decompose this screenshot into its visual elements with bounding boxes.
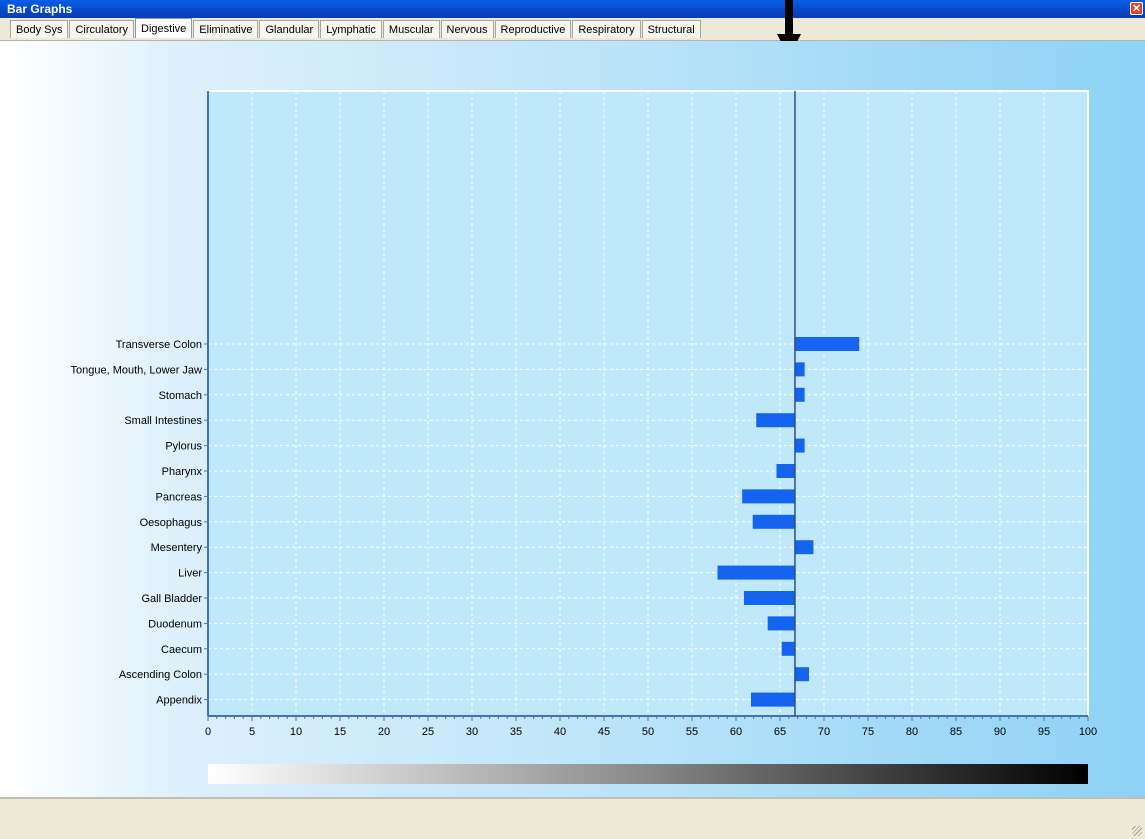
- x-tick-label: 70: [818, 726, 830, 738]
- tab-nervous[interactable]: Nervous: [440, 20, 494, 38]
- tab-reproductive[interactable]: Reproductive: [494, 20, 572, 38]
- tab-body-sys[interactable]: Body Sys: [10, 20, 69, 38]
- x-tick-label: 10: [290, 726, 302, 738]
- x-tick-label: 55: [686, 726, 698, 738]
- bar: [742, 489, 795, 504]
- bar: [794, 540, 814, 555]
- x-tick-label: 30: [466, 726, 478, 738]
- resize-grip-icon[interactable]: [1132, 826, 1142, 836]
- bar: [794, 667, 810, 682]
- bar: [776, 464, 795, 478]
- x-tick-label: 45: [598, 726, 610, 738]
- y-labels: Transverse Colon Tongue, Mouth, Lower Jaw…: [71, 339, 203, 707]
- y-tick-label: Oesophagus: [140, 517, 203, 529]
- bar: [794, 337, 860, 351]
- tab-glandular[interactable]: Glandular: [259, 20, 320, 38]
- tab-eliminative[interactable]: Eliminative: [193, 20, 259, 38]
- x-tick-label: 85: [950, 726, 962, 738]
- y-tick-label: Tongue, Mouth, Lower Jaw: [71, 364, 203, 376]
- y-tick-label: Caecum: [161, 644, 202, 656]
- y-tick-label: Appendix: [156, 695, 202, 707]
- bar: [752, 514, 795, 529]
- bar-chart: Transverse Colon Tongue, Mouth, Lower Jaw…: [71, 90, 1097, 784]
- x-tick-label: 15: [334, 726, 346, 738]
- x-tick-label: 20: [378, 726, 390, 738]
- tab-digestive[interactable]: Digestive: [135, 18, 193, 38]
- x-tick-label: 90: [994, 726, 1006, 738]
- gradient-scale-bar: [208, 764, 1088, 784]
- bar: [781, 641, 795, 656]
- window-title: Bar Graphs: [7, 2, 73, 16]
- bar: [750, 692, 795, 707]
- x-tick-label: 100: [1079, 726, 1097, 738]
- tab-lymphatic[interactable]: Lymphatic: [320, 20, 382, 38]
- tab-strip: Body Sys Circulatory Digestive Eliminative G…: [0, 18, 1145, 41]
- close-icon[interactable]: ✕: [1130, 2, 1143, 15]
- y-tick-label: Stomach: [159, 390, 202, 402]
- bar: [756, 413, 795, 428]
- x-tick-label: 40: [554, 726, 566, 738]
- x-tick-label: 65: [774, 726, 786, 738]
- tab-list: Body Sys Circulatory Digestive Eliminative G…: [10, 18, 702, 38]
- x-tick-label: 50: [642, 726, 654, 738]
- tab-muscular[interactable]: Muscular: [382, 20, 440, 38]
- x-tick-label: 95: [1038, 726, 1050, 738]
- y-tick-label: Liver: [178, 568, 202, 580]
- bar: [794, 387, 805, 402]
- bar: [794, 438, 805, 453]
- x-tick-label: 25: [422, 726, 434, 738]
- x-labels: 0 5 10 15 20 25 30 35 40 45 50 55 60 65 70 75 80 85 90 95 10…: [205, 726, 1097, 738]
- title-bar: Bar Graphs ✕: [0, 0, 1145, 18]
- x-tick-label: 60: [730, 726, 742, 738]
- bar: [743, 591, 795, 605]
- x-tick-label: 5: [249, 726, 255, 738]
- bar: [767, 616, 795, 631]
- bar: [717, 565, 795, 580]
- y-tick-label: Pharynx: [162, 466, 203, 478]
- y-tick-label: Transverse Colon: [116, 339, 202, 351]
- x-tick-label: 80: [906, 726, 918, 738]
- y-tick-label: Gall Bladder: [141, 593, 202, 605]
- bar: [794, 362, 805, 377]
- tab-respiratory[interactable]: Respiratory: [572, 20, 641, 38]
- y-tick-label: Pancreas: [156, 491, 203, 503]
- y-tick-label: Ascending Colon: [119, 669, 202, 681]
- status-bar: [0, 797, 1145, 839]
- x-tick-label: 75: [862, 726, 874, 738]
- tab-circulatory[interactable]: Circulatory: [69, 20, 135, 38]
- x-tick-label: 35: [510, 726, 522, 738]
- x-tick-label: 0: [205, 726, 211, 738]
- y-tick-label: Pylorus: [165, 441, 202, 453]
- y-tick-label: Duodenum: [148, 618, 202, 630]
- y-tick-label: Small Intestines: [124, 415, 202, 427]
- tab-structural[interactable]: Structural: [641, 20, 701, 38]
- y-tick-label: Mesentery: [151, 542, 203, 554]
- chart-area: Transverse Colon Tongue, Mouth, Lower Jaw…: [8, 41, 1145, 797]
